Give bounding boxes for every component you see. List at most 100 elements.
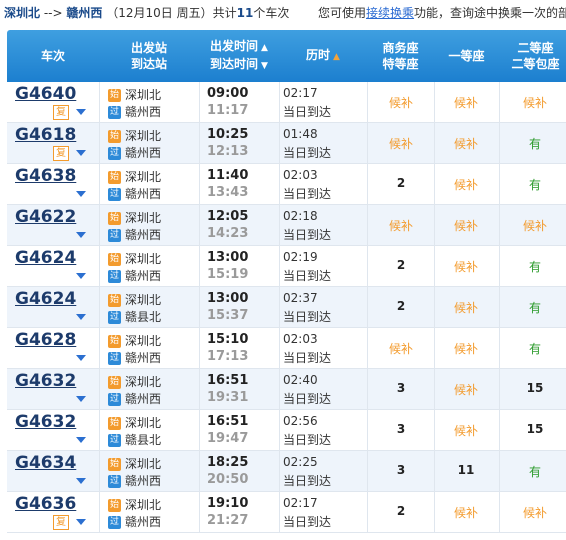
arrival-day: 当日到达 <box>283 105 332 119</box>
second-class-status[interactable]: 有 <box>505 299 565 316</box>
second-class-status[interactable]: 候补 <box>505 94 565 111</box>
sort-departure-time[interactable]: 出发时间 ▲ <box>210 38 268 56</box>
departure-time: 16:51 <box>207 373 249 388</box>
business-seat-status[interactable]: 2 <box>371 176 431 190</box>
column-divider <box>367 287 368 327</box>
column-divider <box>199 123 200 163</box>
first-class-status[interactable]: 11 <box>436 463 496 477</box>
train-number-link[interactable]: G4632 <box>15 412 76 432</box>
first-class-status[interactable]: 候补 <box>436 340 496 357</box>
second-class-status[interactable]: 候补 <box>505 504 565 521</box>
expand-stops-icon[interactable] <box>76 519 86 525</box>
column-divider <box>499 410 500 450</box>
sort-arrival-time[interactable]: 到达时间 ▼ <box>210 56 268 74</box>
departure-time: 18:25 <box>207 455 249 470</box>
departure-station-name: 深圳北 <box>125 293 162 307</box>
second-class-status[interactable]: 有 <box>505 176 565 193</box>
column-divider <box>99 123 100 163</box>
expand-stops-icon[interactable] <box>76 232 86 238</box>
departure-time: 10:25 <box>207 127 249 142</box>
business-seat-status[interactable]: 2 <box>371 258 431 272</box>
duration: 02:37 <box>283 291 318 305</box>
first-class-status[interactable]: 候补 <box>436 258 496 275</box>
business-seat-status[interactable]: 候补 <box>371 217 431 234</box>
expand-stops-icon[interactable] <box>76 396 86 402</box>
column-divider <box>499 369 500 409</box>
departure-station: 始深圳北 <box>108 414 198 430</box>
column-divider <box>434 287 435 327</box>
train-count: 11 <box>236 6 254 20</box>
expand-stops-icon[interactable] <box>76 478 86 484</box>
arrival-station-name: 赣州西 <box>125 105 162 119</box>
first-class-status[interactable]: 候补 <box>436 504 496 521</box>
arrival-day: 当日到达 <box>283 515 332 529</box>
column-divider <box>199 451 200 491</box>
train-number-link[interactable]: G4624 <box>15 289 76 309</box>
duration: 02:17 <box>283 496 318 510</box>
first-class-status[interactable]: 候补 <box>436 422 496 439</box>
arrival-station: 过赣州西 <box>108 472 198 488</box>
departure-station: 始深圳北 <box>108 250 198 266</box>
expand-stops-icon[interactable] <box>76 273 86 279</box>
expand-stops-icon[interactable] <box>76 191 86 197</box>
departure-time: 09:00 <box>207 86 249 101</box>
train-number-link[interactable]: G4640 <box>15 84 76 104</box>
arrival-station: 过赣州西 <box>108 267 198 283</box>
header-second-label: 二等座 <box>517 41 554 55</box>
second-class-status[interactable]: 15 <box>505 422 565 436</box>
column-divider <box>99 205 100 245</box>
train-number-link[interactable]: G4634 <box>15 453 76 473</box>
business-seat-status[interactable]: 候补 <box>371 135 431 152</box>
start-station-icon: 始 <box>108 376 121 389</box>
header-special-label: 特等座 <box>382 57 419 71</box>
train-number-link[interactable]: G4632 <box>15 371 76 391</box>
business-seat-status[interactable]: 3 <box>371 463 431 477</box>
expand-stops-icon[interactable] <box>76 109 86 115</box>
transfer-link[interactable]: 接续换乘 <box>366 6 414 20</box>
second-class-status[interactable]: 有 <box>505 463 565 480</box>
first-class-status[interactable]: 候补 <box>436 381 496 398</box>
business-seat-status[interactable]: 候补 <box>371 94 431 111</box>
second-class-status[interactable]: 候补 <box>505 217 565 234</box>
first-class-status[interactable]: 候补 <box>436 299 496 316</box>
train-number-link[interactable]: G4636 <box>15 494 76 514</box>
duration: 02:03 <box>283 168 318 182</box>
train-number-link[interactable]: G4622 <box>15 207 76 227</box>
departure-station: 始深圳北 <box>108 127 198 143</box>
expand-stops-icon[interactable] <box>76 150 86 156</box>
second-class-status[interactable]: 15 <box>505 381 565 395</box>
arrival-time: 11:17 <box>207 103 249 118</box>
expand-stops-icon[interactable] <box>76 355 86 361</box>
expand-stops-icon[interactable] <box>76 437 86 443</box>
train-number-link[interactable]: G4618 <box>15 125 76 145</box>
departure-station: 始深圳北 <box>108 168 198 184</box>
business-seat-status[interactable]: 候补 <box>371 340 431 357</box>
second-class-status[interactable]: 有 <box>505 135 565 152</box>
column-divider <box>279 205 280 245</box>
second-class-status[interactable]: 有 <box>505 258 565 275</box>
destination-station: 赣州西 <box>66 6 103 20</box>
train-number-link[interactable]: G4638 <box>15 166 76 186</box>
business-seat-status[interactable]: 3 <box>371 381 431 395</box>
sort-duration[interactable]: 历时 ▲ <box>279 30 367 82</box>
expand-stops-icon[interactable] <box>76 314 86 320</box>
column-divider <box>99 287 100 327</box>
departure-time: 13:00 <box>207 250 249 265</box>
arrival-time: 12:13 <box>207 144 249 159</box>
first-class-status[interactable]: 候补 <box>436 135 496 152</box>
first-class-status[interactable]: 候补 <box>436 94 496 111</box>
business-seat-status[interactable]: 2 <box>371 504 431 518</box>
start-station-icon: 始 <box>108 458 121 471</box>
table-row: G4624 始深圳北过赣县北 13:00 15:37 02:37 当日到达 2 候补有 <box>7 287 566 328</box>
second-class-status[interactable]: 有 <box>505 340 565 357</box>
first-class-status[interactable]: 候补 <box>436 176 496 193</box>
business-seat-status[interactable]: 3 <box>371 422 431 436</box>
column-divider <box>434 369 435 409</box>
departure-station-name: 深圳北 <box>125 88 162 102</box>
train-number-link[interactable]: G4624 <box>15 248 76 268</box>
arrival-station-name: 赣州西 <box>125 146 162 160</box>
business-seat-status[interactable]: 2 <box>371 299 431 313</box>
train-number-link[interactable]: G4628 <box>15 330 76 350</box>
departure-station-name: 深圳北 <box>125 375 162 389</box>
first-class-status[interactable]: 候补 <box>436 217 496 234</box>
